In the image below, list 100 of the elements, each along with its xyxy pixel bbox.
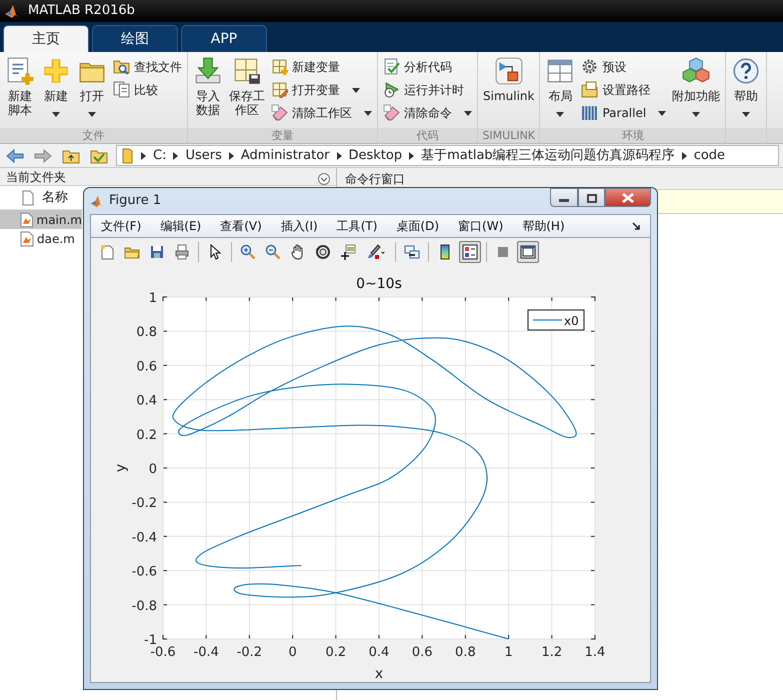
ribbon-button[interactable]: 分析代码	[381, 55, 474, 78]
tab[interactable]: 绘图	[92, 25, 178, 52]
ribbon-button[interactable]: 保存工作区	[227, 55, 267, 127]
menu-item[interactable]: 窗口(W)	[457, 216, 504, 235]
ribbon-button[interactable]: Simulink	[481, 55, 536, 127]
y-tick-label: -0.2	[132, 496, 157, 512]
plus-icon	[41, 56, 71, 86]
path-field[interactable]: C: Users Administrator Desktop 基于matlab编程三体运动问题仿真源码程序 code	[116, 145, 779, 166]
file-row[interactable]: main.m	[0, 210, 82, 229]
gear-icon	[581, 58, 598, 75]
matlab-logo-icon	[4, 3, 20, 19]
close-icon	[622, 193, 634, 204]
menu-item[interactable]: 文件(F)	[100, 216, 142, 235]
ribbon-button[interactable]: 打开变量	[269, 78, 374, 101]
group-label: 变量	[272, 129, 294, 142]
ribbon-button[interactable]: 设置路径	[579, 78, 668, 101]
documents-icon	[113, 81, 130, 98]
ribbon-button[interactable]: Parallel	[579, 101, 668, 124]
group-label: 文件	[82, 129, 104, 142]
path-segment[interactable]: Administrator	[240, 146, 330, 166]
column-header[interactable]: 名称	[42, 188, 68, 208]
y-tick-label: 0	[148, 462, 157, 478]
path-segment[interactable]: code	[694, 146, 726, 166]
ribbon-button[interactable]: 比较	[111, 78, 184, 101]
chevron-icon	[228, 152, 234, 160]
ribbon-button[interactable]: 清除命令	[381, 101, 474, 124]
menu-item[interactable]: 帮助(H)	[521, 216, 566, 235]
y-tick-label: 0.8	[136, 326, 157, 341]
ribbon-button[interactable]: 新建变量	[269, 55, 374, 78]
path-segment[interactable]: C:	[153, 146, 166, 166]
toolbar-button[interactable]	[517, 240, 539, 263]
tab[interactable]: APP	[181, 25, 267, 52]
script-file-icon	[20, 212, 34, 228]
folder-search-icon	[113, 58, 130, 75]
brush-icon	[366, 244, 386, 260]
close-button[interactable]	[605, 188, 651, 207]
menu-item[interactable]: 插入(I)	[280, 216, 319, 235]
x-tick-label: -0.2	[236, 645, 262, 660]
ribbon-button[interactable]: 新建脚本	[3, 55, 37, 127]
x-tick-label: 0.2	[325, 645, 346, 660]
link-icon	[404, 244, 420, 260]
y-tick-label: 1	[148, 291, 157, 306]
file-name: main.m	[36, 212, 82, 228]
ribbon-button[interactable]: 导入数据	[191, 55, 225, 127]
chart-title: 0~10s	[356, 276, 402, 292]
chevron-icon	[409, 152, 414, 160]
script-plus-icon	[5, 56, 35, 86]
ribbon-button[interactable]: 打开	[75, 55, 109, 127]
maximize-icon	[586, 194, 596, 203]
legend-icon	[462, 244, 478, 260]
minimize-button[interactable]	[550, 188, 578, 207]
folders-icon	[581, 81, 598, 98]
ribbon-button[interactable]: 帮助	[729, 55, 764, 127]
maximize-button[interactable]	[578, 188, 605, 207]
folder-icon	[122, 147, 134, 164]
path-segment[interactable]: 基于matlab编程三体运动问题仿真源码程序	[421, 146, 675, 166]
y-axis-label: y	[113, 464, 129, 473]
folder-up-icon	[62, 148, 80, 164]
bars-icon	[581, 104, 598, 121]
legend-box	[528, 310, 584, 331]
menu-item[interactable]: 工具(T)	[336, 216, 378, 235]
y-tick-label: -0.4	[132, 530, 157, 546]
ribbon-button[interactable]: 布局	[543, 55, 578, 127]
file-row[interactable]: dae.m	[0, 229, 82, 248]
panel-title: 命令行窗口	[345, 170, 405, 188]
menu-item[interactable]: 查看(V)	[219, 216, 263, 235]
tab[interactable]: 主页	[3, 25, 89, 52]
x-tick-label: 0	[288, 645, 297, 660]
block-diagram-icon	[494, 56, 524, 86]
menu-item[interactable]: 桌面(D)	[395, 216, 440, 235]
path-segment[interactable]: Desktop	[348, 146, 402, 166]
ribbon-button[interactable]: 新建	[39, 55, 73, 127]
ribbon-button[interactable]: 清除工作区	[269, 101, 374, 124]
x-tick-label: 0.8	[455, 645, 476, 660]
script-file-icon	[20, 230, 34, 246]
chevron-icon	[141, 152, 146, 160]
checklist-icon	[383, 58, 400, 75]
toolbar-button[interactable]	[459, 240, 481, 263]
eraser-icon	[383, 104, 400, 121]
grid-plus-icon	[271, 58, 288, 75]
x-tick-label: -0.4	[194, 645, 219, 660]
grid-pencil-icon	[271, 81, 288, 98]
y-tick-label: -0.8	[132, 599, 157, 614]
print-icon	[174, 244, 190, 260]
legend-label: x0	[564, 314, 579, 328]
ribbon-button[interactable]: 运行并计时	[381, 78, 474, 101]
grid-save-icon	[232, 56, 262, 86]
ribbon-button[interactable]: 预设	[579, 55, 668, 78]
ribbon-button[interactable]: 查找文件	[111, 55, 184, 78]
matlab-logo-icon	[90, 194, 104, 208]
window-title: Figure 1	[109, 192, 162, 210]
path-segment[interactable]: Users	[185, 146, 222, 166]
group-label: 代码	[416, 129, 438, 142]
file-icon	[22, 190, 34, 206]
dock-arrow-icon	[632, 222, 641, 231]
chevron-icon	[336, 152, 342, 160]
group-label: 环境	[622, 129, 644, 142]
ribbon-button[interactable]: 附加功能	[670, 55, 722, 127]
menu-item[interactable]: 编辑(E)	[159, 216, 202, 235]
data-cursor-icon	[340, 244, 356, 260]
